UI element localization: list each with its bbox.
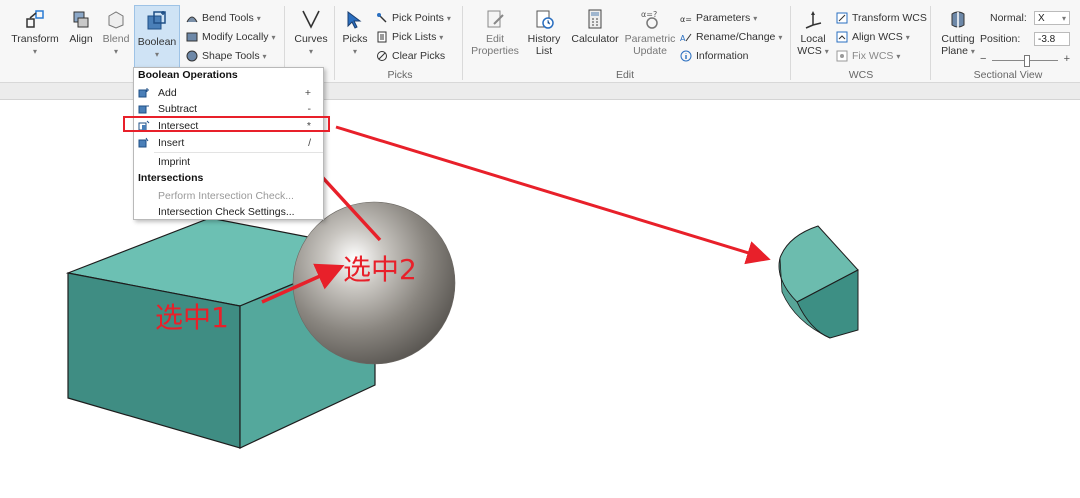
picks-icon (347, 11, 362, 29)
history-list-button[interactable]: History List (524, 8, 564, 57)
fix-wcs-icon (836, 50, 848, 62)
transform-wcs-button[interactable]: Transform WCS (836, 9, 927, 27)
select1-annotation: 选中1 (155, 301, 229, 334)
position-slider[interactable]: − + (980, 53, 1070, 67)
wcs-group-label: WCS (848, 69, 874, 81)
intersections-header: Intersections (138, 172, 204, 184)
local-wcs-button[interactable]: Local WCS ▾ (796, 8, 830, 58)
transform-icon (26, 10, 44, 28)
information-button[interactable]: Information (680, 47, 749, 65)
pick-points-icon (377, 13, 387, 23)
edit-properties-icon (487, 10, 504, 28)
boolean-dropdown-menu: Boolean Operations Add + Subtract - Inters… (133, 67, 324, 220)
align-wcs-button[interactable]: Align WCS ▾ (836, 28, 910, 46)
picks-group-label: Picks (387, 69, 413, 81)
separator (790, 6, 791, 80)
curves-button[interactable]: Curves ▾ (292, 8, 330, 58)
boolean-icon (147, 11, 166, 30)
calculator-button[interactable]: Calculator (568, 8, 622, 45)
pick-lists-button[interactable]: Pick Lists ▾ (376, 28, 443, 46)
menu-item-subtract[interactable]: Subtract - (134, 101, 323, 117)
pick-lists-icon (377, 31, 387, 43)
select2-annotation: 选中2 (343, 253, 417, 286)
intersection-result-solid[interactable] (778, 225, 859, 339)
clear-picks-button[interactable]: Clear Picks (376, 47, 445, 65)
calculator-icon (588, 9, 602, 29)
modify-locally-button[interactable]: Modify Locally ▾ (186, 28, 275, 46)
svg-text:α=: α= (680, 15, 692, 24)
clear-picks-icon (377, 51, 387, 61)
edit-properties-button[interactable]: Edit Properties (470, 8, 520, 57)
blend-button[interactable]: Blend ▾ (100, 8, 132, 58)
separator (930, 6, 931, 80)
information-icon (680, 50, 692, 62)
rename-icon: A (680, 33, 692, 43)
local-wcs-icon (805, 11, 822, 29)
shape-tools-icon (186, 50, 198, 62)
bend-tools-icon (186, 16, 198, 23)
pick-points-button[interactable]: Pick Points ▾ (376, 9, 451, 27)
boolean-operations-header: Boolean Operations (138, 69, 238, 81)
boolean-button[interactable]: Boolean ▾ (134, 5, 180, 69)
position-label: Position: (980, 33, 1021, 45)
align-icon (73, 11, 89, 28)
fix-wcs-button[interactable]: Fix WCS ▾ (836, 47, 900, 65)
blend-icon (108, 11, 124, 29)
curves-icon (302, 10, 320, 29)
svg-text:A: A (680, 34, 686, 43)
separator (462, 6, 463, 80)
menu-item-imprint[interactable]: Imprint (134, 154, 323, 170)
history-list-icon (536, 10, 554, 29)
parameters-icon: α= (680, 15, 692, 24)
menu-item-insert[interactable]: Insert / (134, 135, 323, 151)
align-wcs-icon (836, 31, 848, 43)
align-button[interactable]: Align (64, 8, 98, 45)
intersect-highlight-box (123, 116, 330, 132)
menu-divider (154, 152, 323, 153)
shape-tools-button[interactable]: Shape Tools ▾ (186, 47, 267, 65)
menu-item-perform-intersection-check[interactable]: Perform Intersection Check... (134, 188, 323, 204)
rename-change-button[interactable]: A Rename/Change ▾ (680, 28, 782, 46)
normal-label: Normal: (990, 12, 1027, 24)
parameters-button[interactable]: α= Parameters ▾ (680, 9, 757, 27)
menu-item-add[interactable]: Add + (134, 85, 323, 101)
parametric-update-button[interactable]: α=? Parametric Update (624, 8, 676, 57)
cutting-plane-icon (951, 11, 965, 28)
svg-text:α=?: α=? (641, 10, 657, 19)
sectional-view-group-label: Sectional View (973, 69, 1043, 81)
bend-tools-button[interactable]: Bend Tools ▾ (186, 9, 261, 27)
subtract-icon (138, 105, 149, 114)
edit-group-label: Edit (615, 69, 635, 81)
transform-wcs-icon (836, 12, 848, 24)
parametric-update-icon: α=? (641, 10, 658, 29)
add-icon (138, 88, 149, 98)
transform-button[interactable]: Transform ▾ (8, 8, 62, 58)
menu-item-intersection-check-settings[interactable]: Intersection Check Settings... (134, 204, 323, 220)
normal-select[interactable]: X ▾ (1034, 11, 1070, 25)
picks-button[interactable]: Picks ▾ (340, 8, 370, 58)
separator (334, 6, 335, 80)
cutting-plane-button[interactable]: Cutting Plane ▾ (938, 8, 978, 58)
slider-thumb[interactable] (1024, 55, 1030, 67)
position-input[interactable]: -3.8 (1034, 32, 1070, 46)
insert-icon (138, 137, 149, 148)
modify-locally-icon (186, 32, 198, 42)
